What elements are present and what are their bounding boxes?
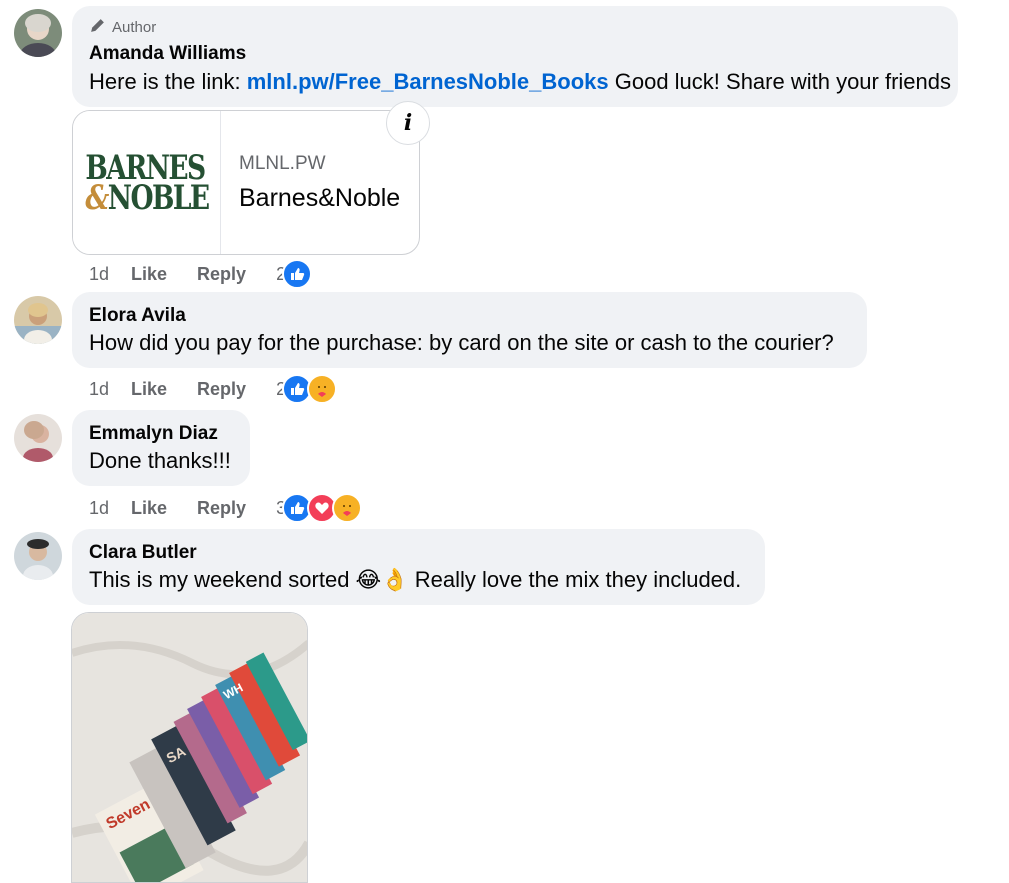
link-domain: MLNL.PW [239, 153, 326, 174]
comment-text: Done thanks!!! [89, 448, 231, 473]
like-reaction-icon [282, 259, 313, 289]
pencil-icon [89, 17, 106, 38]
comment-text: Here is the link: mlnl.pw/Free_BarnesNob… [89, 69, 951, 95]
comment-bubble: Elora Avila How did you pay for the purc… [72, 292, 867, 368]
attached-photo-books[interactable]: Seven SA WH [71, 612, 308, 883]
reaction-summary[interactable]: 2 [276, 374, 338, 404]
reply-button[interactable]: Reply [197, 379, 246, 400]
comment-text-prefix: This is my weekend sorted [89, 567, 356, 592]
comment-text-suffix: Good luck! Share with your friends [608, 69, 952, 94]
avatar[interactable] [14, 9, 62, 57]
comment-text: This is my weekend sorted 😂👌 Really love… [89, 567, 741, 593]
commenter-name[interactable]: Clara Butler [89, 542, 197, 564]
comment-amanda-williams: Author Amanda Williams Here is the link:… [0, 0, 1009, 290]
comment-text-prefix: Here is the link: [89, 69, 247, 94]
comment-text-suffix: Really love the mix they included. [408, 567, 742, 592]
author-badge-label: Author [112, 19, 157, 36]
comment-actions: 1d Like Reply 3 [89, 493, 363, 523]
comment-actions: 1d Like Reply 2 [89, 259, 313, 289]
reaction-summary[interactable]: 2 [276, 259, 313, 289]
like-button[interactable]: Like [131, 379, 167, 400]
logo-line-2: NOBLE [107, 177, 209, 218]
comment-text: How did you pay for the purchase: by car… [89, 330, 834, 355]
author-badge: Author [89, 17, 156, 38]
commenter-name[interactable]: Amanda Williams [89, 43, 246, 65]
timestamp[interactable]: 1d [89, 264, 131, 285]
link-title: Barnes&Noble [239, 184, 401, 212]
avatar[interactable] [14, 414, 62, 462]
comment-elora-avila: Elora Avila How did you pay for the purc… [0, 292, 1009, 407]
comment-link[interactable]: mlnl.pw/Free_BarnesNoble_Books [247, 69, 609, 94]
reply-button[interactable]: Reply [197, 264, 246, 285]
link-preview-card[interactable]: BARNES &NOBLE MLNL.PW Barnes&Noble [72, 110, 420, 255]
logo-amp: & [84, 177, 109, 218]
care-reaction-icon [332, 493, 363, 523]
laughing-ok-emoji-icon: 😂👌 [355, 567, 409, 592]
reaction-summary[interactable]: 3 [276, 493, 363, 523]
comment-actions: 1d Like Reply 2 [89, 374, 338, 404]
avatar[interactable] [14, 296, 62, 344]
comment-clara-butler: Clara Butler This is my weekend sorted 😂… [0, 529, 1009, 883]
comment-bubble: Author Amanda Williams Here is the link:… [72, 6, 958, 107]
timestamp[interactable]: 1d [89, 498, 131, 519]
avatar[interactable] [14, 532, 62, 580]
timestamp[interactable]: 1d [89, 379, 131, 400]
comment-emmalyn-diaz: Emmalyn Diaz Done thanks!!! 1d Like Repl… [0, 410, 1009, 525]
commenter-name[interactable]: Elora Avila [89, 305, 186, 327]
info-icon[interactable]: i [386, 101, 430, 145]
like-button[interactable]: Like [131, 264, 167, 285]
reply-button[interactable]: Reply [197, 498, 246, 519]
commenter-name[interactable]: Emmalyn Diaz [89, 423, 218, 445]
barnes-noble-logo: BARNES &NOBLE [73, 111, 221, 254]
like-button[interactable]: Like [131, 498, 167, 519]
comment-bubble: Clara Butler This is my weekend sorted 😂… [72, 529, 765, 605]
care-reaction-icon [307, 374, 338, 404]
comment-bubble: Emmalyn Diaz Done thanks!!! [72, 410, 250, 486]
